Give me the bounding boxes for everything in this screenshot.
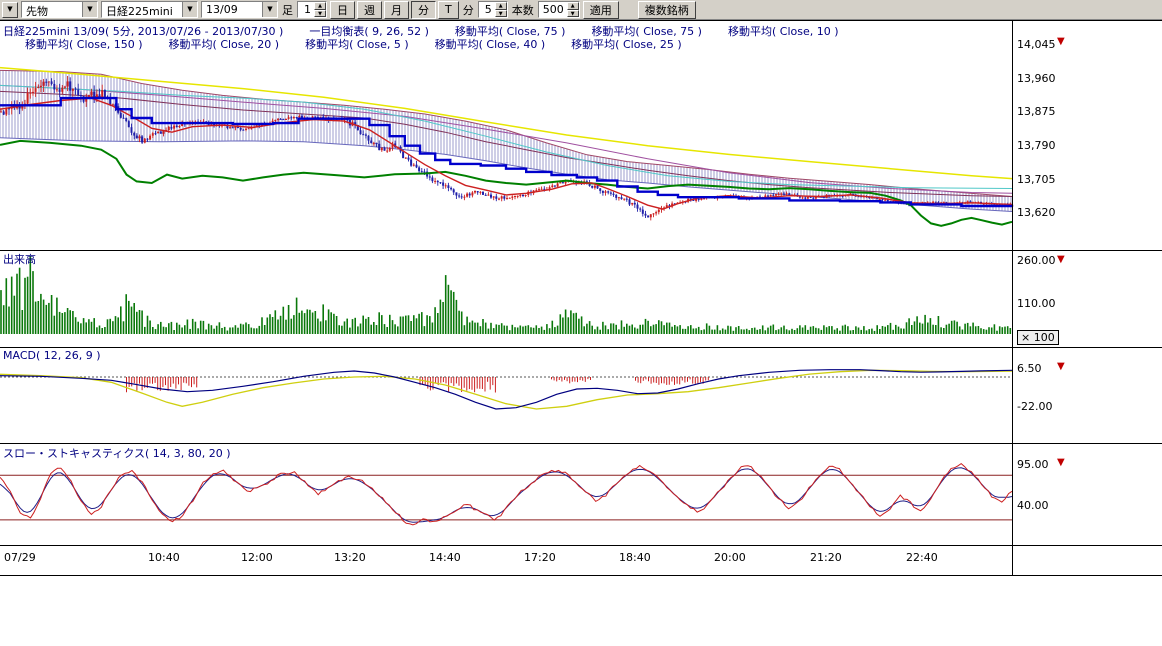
multi-symbol-button[interactable]: 複数銘柄 <box>638 1 696 19</box>
time-axis-label: 21:20 <box>810 551 842 564</box>
period-button-日[interactable]: 日 <box>330 1 355 19</box>
volume-axis-label: 260.00 <box>1017 254 1056 267</box>
toolbar: ▼ 先物 ▼ 日経225mini ▼ 13/09 ▼ 足 1 ▲▼ 日週月分T … <box>0 0 1162 20</box>
spin-down-icon[interactable]: ▼ <box>567 10 579 18</box>
price-axis-label: 13,790 <box>1017 139 1056 152</box>
spin-up-icon[interactable]: ▲ <box>495 2 507 10</box>
volume-multiplier-badge: × 100 <box>1017 330 1059 345</box>
minute-count-value: 5 <box>479 2 495 17</box>
contract-month-select[interactable]: 13/09 ▼ <box>201 1 278 18</box>
symbol-select[interactable]: 日経225mini ▼ <box>101 1 198 18</box>
price-axis-label: 14,045 <box>1017 38 1056 51</box>
instrument-type-select[interactable]: 先物 ▼ <box>21 1 98 18</box>
time-axis-label: 20:00 <box>714 551 746 564</box>
instrument-type-value: 先物 <box>22 2 82 17</box>
minute-count-spinner[interactable]: 5 ▲▼ <box>478 1 508 18</box>
bar-count-spinner[interactable]: 500 ▲▼ <box>538 1 580 18</box>
legend-item: 移動平均( Close, 10 ) <box>728 23 839 39</box>
volume-panel-collapse-button[interactable]: ▼ <box>1057 254 1071 266</box>
period-button-月[interactable]: 月 <box>384 1 409 19</box>
stoch-axis-label: 40.00 <box>1017 499 1049 512</box>
price-axis-label: 13,705 <box>1017 173 1056 186</box>
period-button-T[interactable]: T <box>438 1 459 19</box>
stoch-axis-label: 95.00 <box>1017 458 1049 471</box>
collapse-dropdown-button[interactable]: ▼ <box>2 2 18 18</box>
legend-item: 移動平均( Close, 40 ) <box>435 36 546 52</box>
volume-panel-label: 出来高 <box>3 251 36 267</box>
contract-month-value: 13/09 <box>202 2 262 17</box>
price-panel-collapse-button[interactable]: ▼ <box>1057 36 1071 48</box>
period-button-週[interactable]: 週 <box>357 1 382 19</box>
spin-up-icon[interactable]: ▲ <box>314 2 326 10</box>
dropdown-arrow-icon: ▼ <box>7 5 12 13</box>
macd-axis-label: -22.00 <box>1017 400 1052 413</box>
time-axis-label: 10:40 <box>148 551 180 564</box>
legend-item: 移動平均( Close, 150 ) <box>25 36 143 52</box>
chart-canvas[interactable] <box>0 0 1162 646</box>
minute-unit-label: 分 <box>462 2 475 18</box>
dropdown-arrow-icon[interactable]: ▼ <box>262 2 277 17</box>
spin-up-icon[interactable]: ▲ <box>567 2 579 10</box>
time-axis-label: 18:40 <box>619 551 651 564</box>
time-axis: 07/29 10:40 12:00 13:20 14:40 17:20 18:40 20:00… <box>0 551 1012 571</box>
volume-axis-label: 110.00 <box>1017 297 1056 310</box>
apply-button[interactable]: 適用 <box>583 1 619 19</box>
time-axis-label: 22:40 <box>906 551 938 564</box>
bar-count-label: 本数 <box>511 2 535 18</box>
dropdown-arrow-icon[interactable]: ▼ <box>182 2 197 17</box>
time-axis-label: 07/29 <box>4 551 36 564</box>
time-axis-label: 17:20 <box>524 551 556 564</box>
stochastics-panel-label: スロー・ストキャスティクス( 14, 3, 80, 20 ) <box>3 445 231 461</box>
indicator-legend-row2: 移動平均( Close, 150 ) 移動平均( Close, 20 ) 移動平均(… <box>25 36 682 52</box>
legend-item: 移動平均( Close, 25 ) <box>571 36 682 52</box>
period-button-group: 日週月分T <box>330 1 459 19</box>
bar-type-label: 足 <box>281 2 294 18</box>
time-axis-label: 13:20 <box>334 551 366 564</box>
bar-count-value: 500 <box>539 2 567 17</box>
time-axis-label: 14:40 <box>429 551 461 564</box>
macd-panel-collapse-button[interactable]: ▼ <box>1057 361 1071 373</box>
macd-panel-label: MACD( 12, 26, 9 ) <box>3 349 101 362</box>
dropdown-arrow-icon[interactable]: ▼ <box>82 2 97 17</box>
time-axis-label: 12:00 <box>241 551 273 564</box>
price-axis-label: 13,960 <box>1017 72 1056 85</box>
price-axis-label: 13,620 <box>1017 206 1056 219</box>
price-axis-label: 13,875 <box>1017 105 1056 118</box>
bar-interval-value: 1 <box>298 2 314 17</box>
period-button-分[interactable]: 分 <box>411 1 436 19</box>
stoch-panel-collapse-button[interactable]: ▼ <box>1057 457 1071 469</box>
legend-item: 移動平均( Close, 5 ) <box>305 36 409 52</box>
spin-down-icon[interactable]: ▼ <box>314 10 326 18</box>
macd-axis-label: 6.50 <box>1017 362 1042 375</box>
legend-item: 移動平均( Close, 20 ) <box>169 36 280 52</box>
spin-down-icon[interactable]: ▼ <box>495 10 507 18</box>
bar-interval-spinner[interactable]: 1 ▲▼ <box>297 1 327 18</box>
symbol-value: 日経225mini <box>102 2 182 17</box>
